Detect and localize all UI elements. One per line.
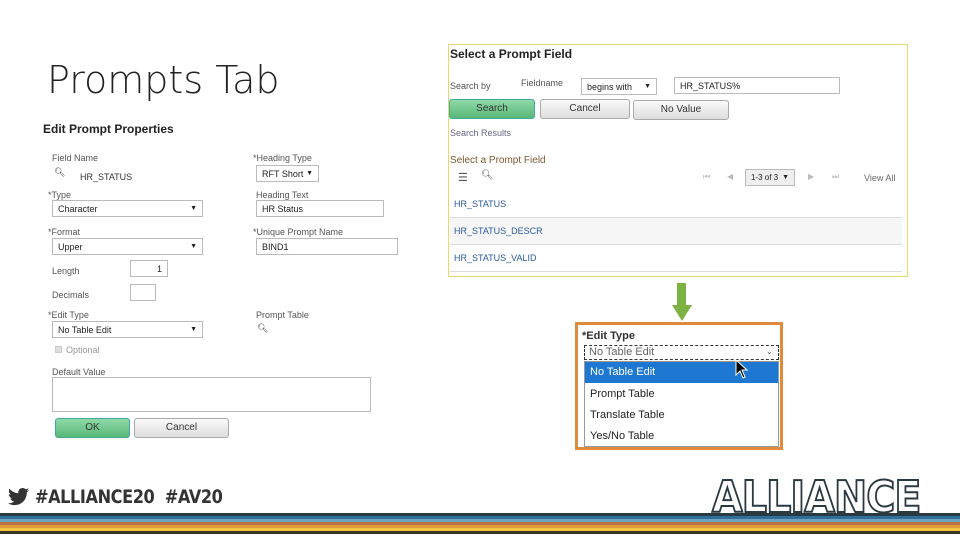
type-label: *Type [48, 190, 72, 200]
result-row[interactable]: HR_STATUS_VALID [450, 245, 902, 272]
heading-text-label: Heading Text [256, 190, 309, 200]
ok-button[interactable]: OK [55, 418, 130, 438]
hashtags: #ALLIANCE20 #AV20 [35, 486, 223, 508]
dropdown-option[interactable]: No Table Edit [585, 362, 778, 383]
search-button[interactable]: Search [449, 99, 535, 119]
fieldname-label: Fieldname [521, 78, 564, 88]
dropdown-option[interactable]: Translate Table [585, 405, 778, 426]
result-row[interactable]: HR_STATUS_DESCR [450, 218, 902, 245]
result-link[interactable]: HR_STATUS [454, 199, 506, 209]
edit-prompt-heading: Edit Prompt Properties [43, 122, 174, 136]
cancel-search-button[interactable]: Cancel [540, 99, 630, 119]
unique-prompt-label: *Unique Prompt Name [253, 227, 344, 237]
prompt-table-lookup-icon[interactable]: 🔍︎ [257, 323, 268, 334]
callout-edit-type-label: *Edit Type [582, 330, 635, 342]
length-input[interactable]: 1 [130, 260, 168, 277]
pager-select[interactable]: 1-3 of 3 [745, 169, 795, 186]
callout-edit-type-select[interactable]: No Table Edit [584, 345, 779, 360]
heading-text-input[interactable]: HR Status [256, 200, 384, 217]
prompt-table-label: Prompt Table [256, 310, 309, 320]
format-label: *Format [48, 227, 81, 237]
edit-type-label: *Edit Type [48, 310, 89, 320]
dropdown-option[interactable]: Yes/No Table [585, 426, 778, 447]
next-page-icon[interactable]: ▶ [808, 172, 814, 181]
default-value-label: Default Value [52, 367, 106, 377]
search-results-label: Search Results [450, 128, 512, 138]
grid-title: Select a Prompt Field [450, 155, 546, 166]
prev-page-icon[interactable]: ◀ [727, 172, 733, 181]
result-row[interactable]: HR_STATUS [450, 191, 902, 218]
result-link[interactable]: HR_STATUS_VALID [454, 253, 537, 263]
chevron-down-icon[interactable]: ⌄ [766, 347, 773, 356]
arrow-down-icon [677, 283, 686, 307]
optional-label: Optional [66, 345, 100, 355]
arrow-head-icon [672, 305, 692, 321]
operator-select[interactable]: begins with [581, 78, 657, 95]
heading-type-select[interactable]: RFT Short [256, 165, 319, 182]
optional-checkbox[interactable] [55, 346, 62, 353]
edit-type-select[interactable]: No Table Edit [52, 321, 203, 338]
default-value-textarea[interactable] [52, 377, 371, 412]
view-all-link[interactable]: View All [864, 173, 895, 183]
first-page-icon[interactable]: ⏮ [703, 172, 710, 182]
decimals-input[interactable] [130, 284, 156, 301]
field-name-label: Field Name [52, 153, 99, 163]
personalize-icon[interactable]: ☰ [458, 171, 468, 184]
length-label: Length [52, 266, 80, 276]
type-select[interactable]: Character [52, 200, 203, 217]
twitter-icon [8, 488, 29, 506]
cancel-button[interactable]: Cancel [134, 418, 229, 438]
slide-title: Prompts Tab [47, 58, 280, 102]
last-page-icon[interactable]: ⏭ [832, 172, 839, 182]
stripe [0, 531, 960, 534]
search-input[interactable]: HR_STATUS% [674, 77, 840, 94]
no-value-button[interactable]: No Value [633, 100, 729, 120]
cursor-icon [735, 359, 749, 379]
unique-prompt-input[interactable]: BIND1 [256, 238, 398, 255]
field-name-value: HR_STATUS [80, 172, 133, 182]
format-select[interactable]: Upper [52, 238, 203, 255]
lookup-icon[interactable]: 🔍︎ [54, 167, 65, 178]
heading-type-label: *Heading Type [253, 153, 312, 163]
dropdown-option[interactable]: Prompt Table [585, 384, 778, 405]
find-icon[interactable]: 🔍︎ [481, 170, 494, 181]
decimals-label: Decimals [52, 290, 90, 300]
select-prompt-heading: Select a Prompt Field [450, 47, 573, 61]
search-by-label: Search by [450, 81, 491, 91]
result-link[interactable]: HR_STATUS_DESCR [454, 226, 543, 236]
